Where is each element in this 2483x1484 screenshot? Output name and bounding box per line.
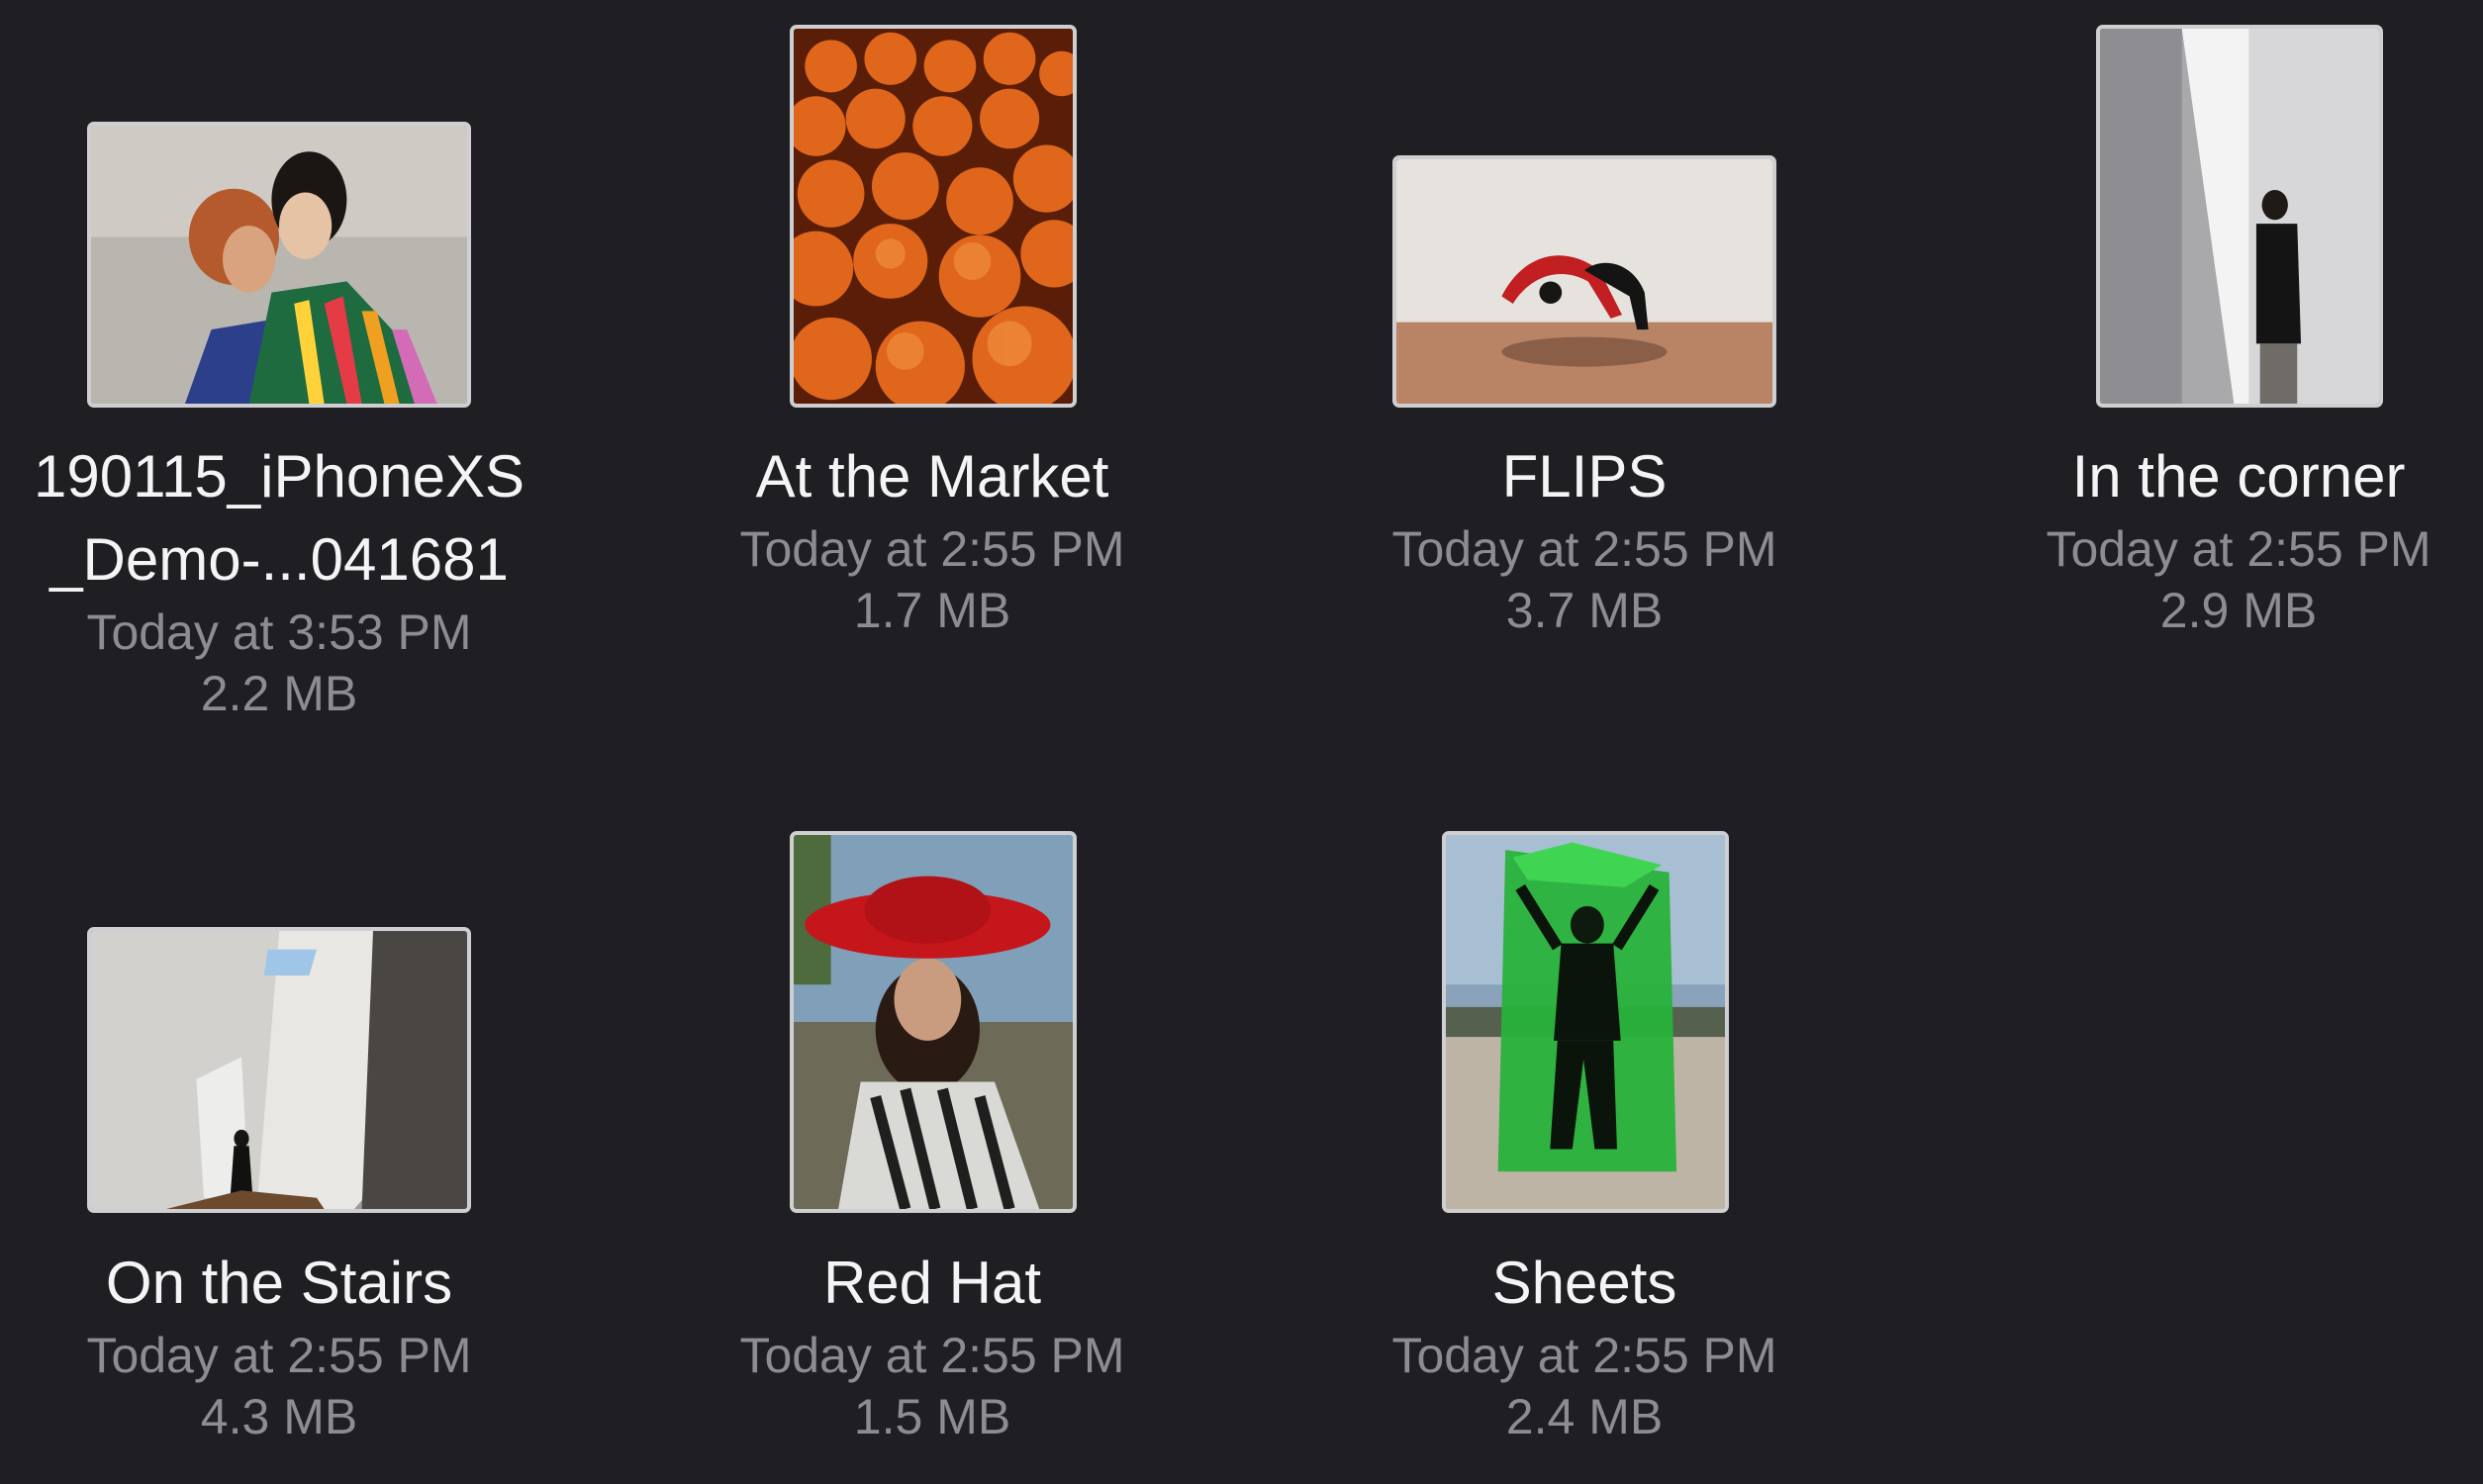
file-date: Today at 2:55 PM — [1391, 1328, 1777, 1383]
file-date: Today at 2:55 PM — [739, 1328, 1125, 1383]
file-name: On the Stairs — [105, 1250, 453, 1316]
file-name: Red Hat — [822, 1250, 1042, 1316]
photo-thumbnail[interactable] — [1392, 155, 1776, 408]
file-name: FLIPS — [1501, 443, 1668, 510]
file-browser-icon-view: { "files": [ { "name_line1": "190115_iPh… — [0, 0, 2483, 1484]
file-size: 2.9 MB — [2159, 583, 2318, 638]
file-size: 1.5 MB — [853, 1389, 1011, 1444]
file-name: Sheets — [1491, 1250, 1677, 1316]
photo-thumbnail[interactable] — [2096, 25, 2383, 408]
file-name-continued: _Demo-...041681 — [49, 526, 509, 593]
file-date: Today at 2:55 PM — [86, 1328, 472, 1383]
photo-thumbnail[interactable] — [87, 927, 471, 1213]
photo-thumbnail[interactable] — [1442, 831, 1729, 1213]
photo-thumbnail[interactable] — [790, 831, 1077, 1213]
file-name: 190115_iPhoneXS — [34, 443, 525, 510]
file-size: 4.3 MB — [200, 1389, 358, 1444]
file-size: 3.7 MB — [1505, 583, 1664, 638]
photo-thumbnail[interactable] — [790, 25, 1077, 408]
file-date: Today at 2:55 PM — [1391, 521, 1777, 577]
file-name: In the corner — [2071, 443, 2406, 510]
photo-thumbnail[interactable] — [87, 122, 471, 408]
file-date: Today at 3:53 PM — [86, 604, 472, 660]
file-date: Today at 2:55 PM — [2046, 521, 2432, 577]
file-size: 2.2 MB — [200, 666, 358, 721]
file-size: 1.7 MB — [853, 583, 1011, 638]
file-size: 2.4 MB — [1505, 1389, 1664, 1444]
file-date: Today at 2:55 PM — [739, 521, 1125, 577]
file-name: At the Market — [755, 443, 1109, 510]
